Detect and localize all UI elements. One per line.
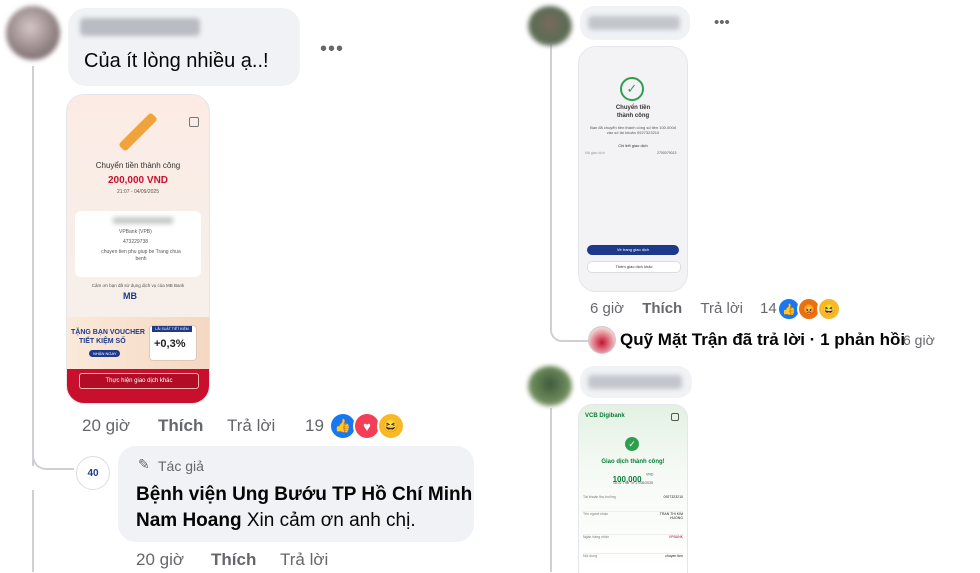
like-button[interactable]: Thích (158, 416, 203, 436)
vcb-title: Giao dịch thành công! (601, 459, 665, 465)
reactions[interactable]: 👍 ♥ 😆 (329, 412, 405, 440)
thread-line-right-2 (550, 408, 552, 572)
pen-illustration (118, 112, 158, 152)
table-row: Nội dung chuyen tien (583, 554, 683, 570)
author-reply-bubble: ✎ Tác giả Bệnh viện Ung Bướu TP Hồ Chí M… (118, 446, 474, 542)
comment-time[interactable]: 20 giờ (82, 416, 130, 436)
other-transaction-button: Thực hiện giao dịch khác (79, 373, 199, 389)
check-icon: ✓ (625, 437, 639, 451)
author-avatar-text: 40 (87, 467, 99, 479)
table-row: Tên người nhận TRAN THI KIM HUONG (583, 512, 683, 535)
banner-button: NHẬN NGAY (89, 350, 121, 357)
avatar-right-1[interactable] (528, 6, 572, 46)
comment-bubble-right-1 (580, 6, 690, 40)
thread-line-lower (32, 490, 34, 572)
row-value: 0927323210 (663, 495, 683, 499)
actions-right-1: 6 giờ Thích Trả lời (590, 300, 743, 317)
vcb-datetime: 16:32 Thứ Tư 27/08/2025 (613, 481, 653, 485)
row-value: TRAN THI KIM HUONG (659, 512, 683, 520)
thread-curve-right (550, 318, 588, 342)
receipt-image-vcb[interactable]: VCB Digibank ✓ Giao dịch thành công! 100… (578, 404, 688, 573)
table-row: Ngân hàng nhận VPBANK (583, 535, 683, 554)
receipt-image-mb[interactable]: Chuyển tiền thành công 200,000 VND 21:07… (66, 94, 210, 404)
banner-line2: TIẾT KIỆM SỐ (79, 338, 126, 345)
row-label: Tên người nhận (583, 512, 609, 516)
row-label: Nội dung (583, 554, 598, 558)
mention-tag[interactable]: Nam Hoang (136, 510, 242, 531)
avatar-right-2[interactable] (528, 366, 572, 406)
author-avatar[interactable]: 40 (76, 456, 110, 490)
replies-summary[interactable]: Quỹ Mặt Trận đã trả lời · 1 phản hồi (620, 330, 905, 350)
receipt-message: chuyen tien phu giup be Trang chua benh (101, 249, 181, 262)
reaction-count[interactable]: 14 (760, 300, 777, 317)
author-like-button[interactable]: Thích (211, 550, 256, 570)
home-transaction-button: Về trang giao dịch (587, 245, 679, 255)
commenter-name-right-2[interactable] (588, 375, 682, 389)
more-icon[interactable]: ••• (320, 38, 344, 61)
thread-curve (32, 440, 74, 470)
mb-logo: MB (123, 291, 137, 301)
receipt-card: VPBank (VPB) 473229738 chuyen tien phu g… (75, 211, 201, 277)
row-value: chuyen tien (665, 554, 683, 558)
receipt-thanks: Cảm ơn bạn đã sử dụng dịch vụ của MB Ban… (91, 283, 185, 288)
reply-button[interactable]: Trả lời (227, 416, 275, 436)
replier-avatar[interactable] (588, 326, 616, 354)
receipt-desc: Bạn đã chuyển tiền thành công số tiền 10… (590, 125, 676, 135)
receipt-bank: VPBank (VPB) (119, 229, 152, 235)
detail-link: Chi tiết giao dịch (618, 143, 648, 148)
thread-line-right (550, 44, 552, 330)
home-icon (671, 413, 679, 421)
thread-line (32, 66, 34, 466)
ref-value: 2750079013 (657, 151, 677, 155)
reply-text-line: Nam Hoang Xin cảm ơn anh chị. (136, 510, 416, 532)
row-value: VPBANK (668, 535, 683, 539)
comment-bubble: Của ít lòng nhiều ạ..! (68, 8, 300, 86)
row-label: Ngân hàng nhận (583, 535, 609, 539)
vcb-logo: VCB Digibank (585, 413, 625, 419)
row-label: Tài khoản thụ hưởng (583, 495, 616, 499)
receipt-datetime: 21:07 - 04/09/2025 (117, 189, 159, 195)
banner-tag: LÃI SUẤT TIẾT KIỆM (152, 326, 192, 332)
haha-icon: 😆 (377, 412, 405, 440)
replies-time: 6 giờ (903, 332, 935, 348)
receipt-account: 473229738 (123, 239, 149, 245)
check-icon: ✓ (620, 77, 644, 101)
reactions-right-1[interactable]: 👍 😡 😆 (777, 297, 841, 321)
home-icon (189, 117, 199, 127)
author-name[interactable]: Bệnh viện Ung Bướu TP Hồ Chí Minh (136, 484, 472, 506)
receipt-amount: 200,000 VND (107, 175, 169, 186)
avatar[interactable] (6, 6, 60, 60)
receipt-title-1: Chuyển tiền (615, 105, 651, 111)
ref-label: Mã giao dịch (585, 151, 605, 155)
banner-rate-box: LÃI SUẤT TIẾT KIỆM +0,3% (149, 325, 197, 361)
receipt-title: Chuyển tiền thành công (95, 161, 181, 170)
more-icon[interactable]: ••• (714, 14, 730, 31)
receipt-image-1[interactable]: ✓ Chuyển tiền thành công Bạn đã chuyển t… (578, 46, 688, 292)
author-reply-time[interactable]: 20 giờ (136, 550, 184, 570)
author-badge: Tác giả (158, 458, 204, 474)
pen-icon: ✎ (138, 456, 150, 472)
commenter-name[interactable] (80, 18, 200, 36)
author-reply-button[interactable]: Trả lời (280, 550, 328, 570)
receipt-title-2: thành công (616, 113, 650, 119)
comment-time[interactable]: 6 giờ (590, 300, 624, 317)
comment-bubble-right-2 (580, 366, 692, 398)
reply-text: Xin cảm ơn anh chị. (246, 510, 416, 531)
comment-text: Của ít lòng nhiều ạ..! (84, 50, 269, 72)
voucher-banner[interactable]: TẶNG BẠN VOUCHER TIẾT KIỆM SỐ NHẬN NGAY … (67, 317, 209, 369)
vcb-currency: VND (645, 472, 654, 477)
add-transaction-button: Thêm giao dịch khác (587, 261, 681, 273)
vcb-details-table: Tài khoản thụ hưởng 0927323210 Tên người… (583, 495, 683, 570)
banner-rate: +0,3% (154, 338, 186, 350)
banner-line1: TẶNG BẠN VOUCHER (71, 329, 145, 336)
reaction-count[interactable]: 19 (305, 416, 324, 436)
like-button[interactable]: Thích (642, 300, 682, 317)
table-row: Tài khoản thụ hưởng 0927323210 (583, 495, 683, 512)
reply-button[interactable]: Trả lời (700, 300, 743, 317)
haha-icon: 😆 (817, 297, 841, 321)
commenter-name-right-1[interactable] (588, 16, 680, 30)
